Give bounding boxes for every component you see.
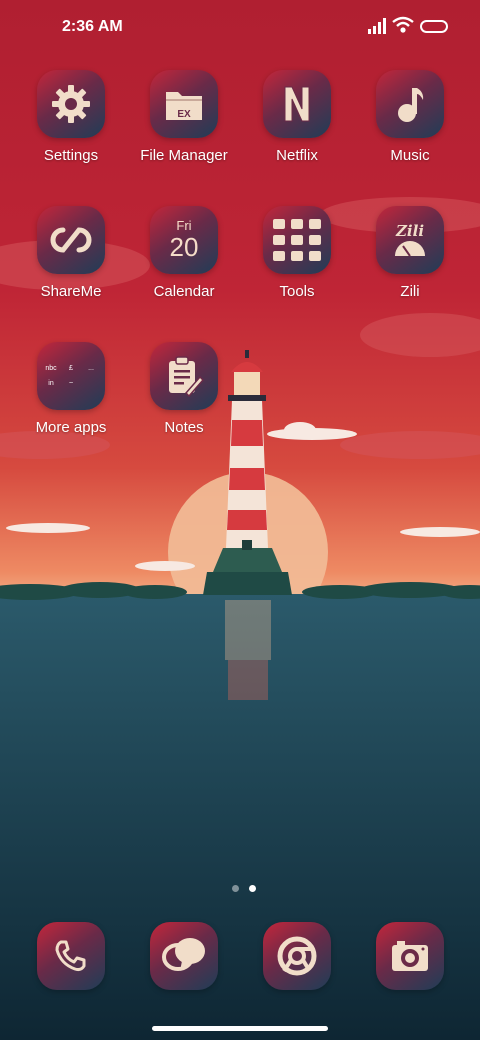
app-label: ShareMe	[40, 283, 102, 300]
app-label: Music	[390, 147, 430, 164]
app-label: Zili	[400, 283, 420, 300]
more-apps-mini-icon: ~	[68, 379, 74, 387]
home-indicator-bar[interactable]	[152, 1026, 328, 1031]
dock-browser[interactable]	[242, 922, 352, 990]
app-tools[interactable]: Tools	[242, 206, 352, 300]
app-label: Netflix	[276, 147, 318, 164]
status-time: 2:36 AM	[62, 18, 123, 35]
more-apps-mini-icon: in	[48, 379, 54, 387]
more-apps-mini-icon: nbc	[45, 364, 57, 372]
page-indicator	[227, 879, 261, 897]
netflix-icon	[263, 70, 331, 138]
status-bar: 2:36 AM	[0, 0, 480, 56]
more-apps-mini-icon: ...	[88, 364, 94, 372]
zili-logo-text: Zili	[395, 222, 425, 240]
page-dot[interactable]	[232, 885, 239, 892]
calendar-icon: Fri 20	[150, 206, 218, 274]
phone-icon	[37, 922, 105, 990]
tools-folder-icon	[263, 206, 331, 274]
app-label: Notes	[164, 419, 204, 436]
app-shareme[interactable]: ShareMe	[16, 206, 126, 300]
more-apps-folder-icon: nbc £ ... in ~	[37, 342, 105, 410]
battery-icon	[420, 20, 448, 33]
app-calendar[interactable]: Fri 20 Calendar	[129, 206, 239, 300]
app-music[interactable]: Music	[355, 70, 465, 164]
zili-icon: Zili	[376, 206, 444, 274]
camera-icon	[376, 922, 444, 990]
dock-phone[interactable]	[16, 922, 126, 990]
infinity-icon	[37, 206, 105, 274]
app-label: More apps	[35, 419, 107, 436]
music-note-icon	[376, 70, 444, 138]
gear-icon	[37, 70, 105, 138]
browser-icon	[263, 922, 331, 990]
calendar-day-name: Fri	[176, 218, 192, 233]
dock-messages[interactable]	[129, 922, 239, 990]
app-settings[interactable]: Settings	[16, 70, 126, 164]
notes-icon	[150, 342, 218, 410]
app-zili[interactable]: Zili Zili	[355, 206, 465, 300]
calendar-day-number: 20	[169, 232, 199, 262]
page-dot-active[interactable]	[249, 885, 256, 892]
wifi-icon	[392, 16, 414, 33]
messages-icon	[150, 922, 218, 990]
signal-icon	[368, 18, 386, 34]
app-label: File Manager	[140, 147, 228, 164]
folder-icon: EX	[150, 70, 218, 138]
app-label: Tools	[279, 283, 315, 300]
app-more-apps[interactable]: nbc £ ... in ~ More apps	[16, 342, 126, 436]
dock-camera[interactable]	[355, 922, 465, 990]
app-label: Settings	[43, 147, 99, 164]
more-apps-mini-icon: £	[69, 364, 73, 372]
app-label: Calendar	[153, 283, 215, 300]
file-manager-badge: EX	[177, 109, 191, 120]
app-file-manager[interactable]: EX File Manager	[129, 70, 239, 164]
app-notes[interactable]: Notes	[129, 342, 239, 436]
app-netflix[interactable]: Netflix	[242, 70, 352, 164]
